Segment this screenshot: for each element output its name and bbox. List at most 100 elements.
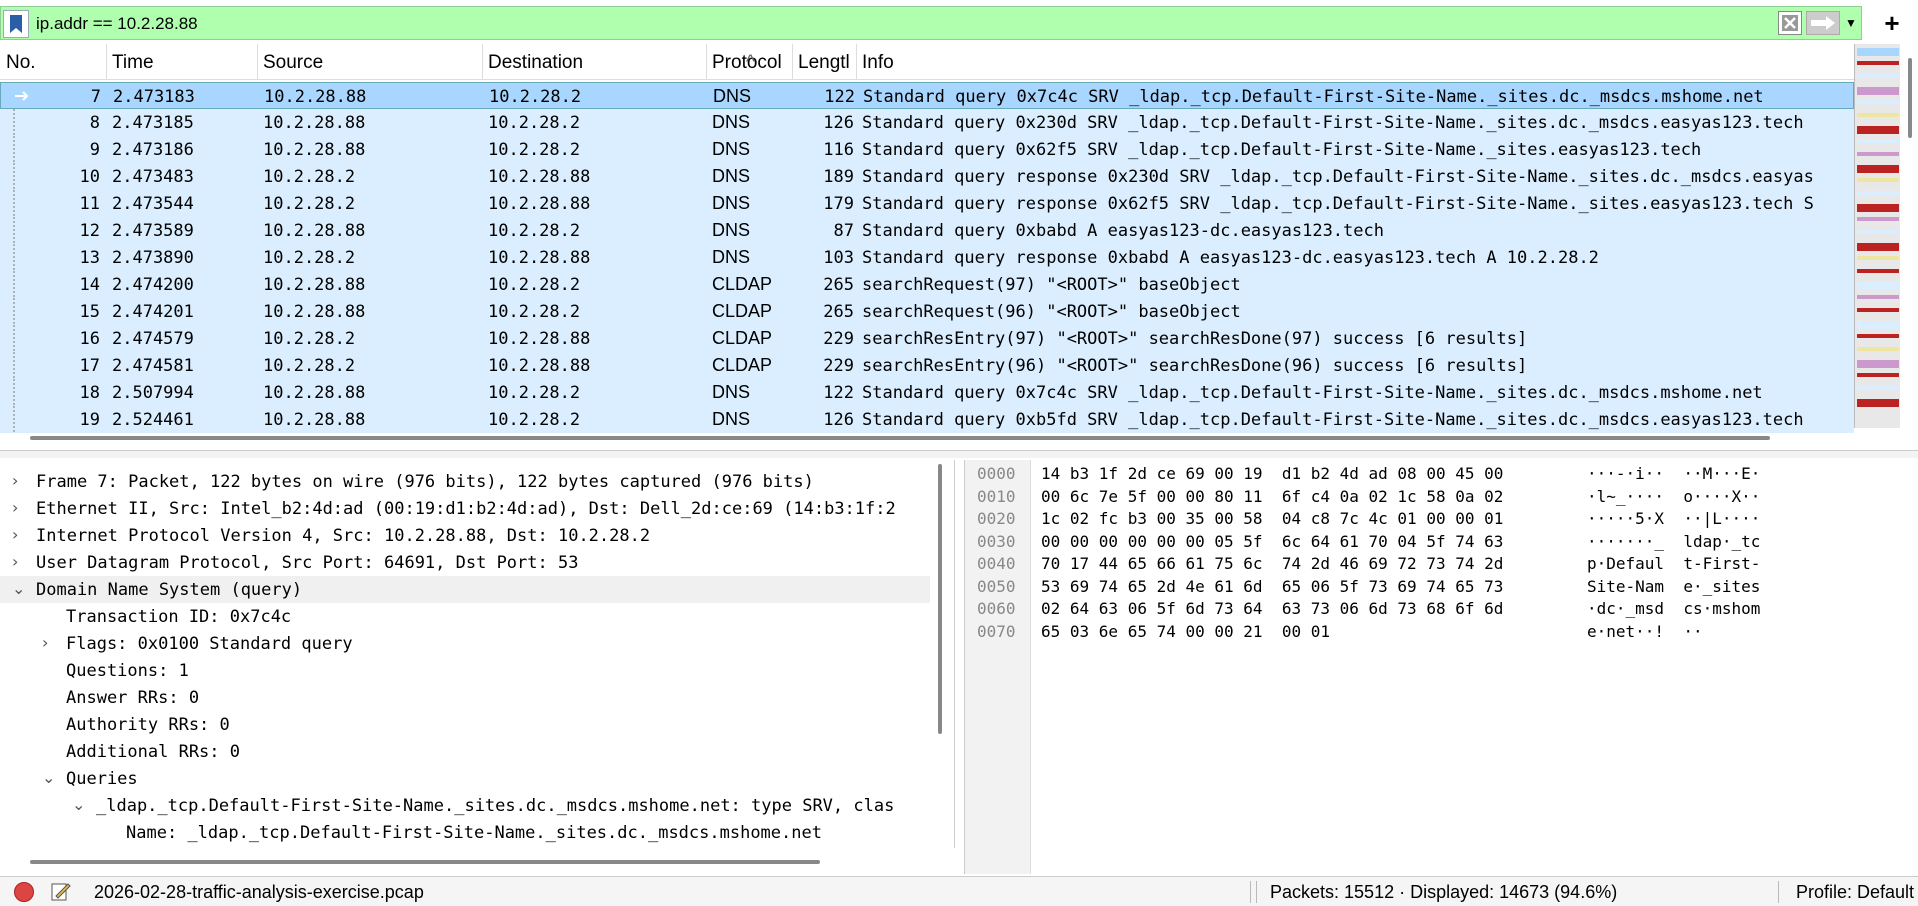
clear-icon[interactable] xyxy=(1778,11,1802,35)
packet-list: No. Time Source Destination Protocol ^ L… xyxy=(0,44,1854,433)
bytes-hex[interactable]: 14 b3 1f 2d ce 69 00 19 d1 b2 4d ad 08 0… xyxy=(1041,464,1503,483)
collapse-arrow-icon[interactable]: ⌄ xyxy=(12,579,26,598)
collapse-arrow-icon[interactable]: ⌄ xyxy=(72,795,86,814)
detail-tree-text: Questions: 1 xyxy=(66,661,189,681)
packet-row[interactable]: 11 2.473544 10.2.28.2 10.2.28.88 DNS 179 Stand… xyxy=(0,190,1854,217)
packet-cell-info: Standard query 0xbabd A easyas123-dc.eas… xyxy=(862,221,1384,241)
packet-cell-dst: 10.2.28.2 xyxy=(488,275,581,295)
detail-tree-item[interactable]: › Frame 7: Packet, 122 bytes on wire (976… xyxy=(0,468,930,495)
packet-row[interactable]: 16 2.474579 10.2.28.2 10.2.28.88 CLDAP 229 sea… xyxy=(0,325,1854,352)
bytes-ascii[interactable]: ·······_ ldap·_tc xyxy=(1587,532,1760,551)
column-header-destination[interactable]: Destination xyxy=(488,52,583,74)
packet-cell-len: 122 xyxy=(823,383,854,403)
detail-tree-item[interactable]: ⌄ Queries xyxy=(0,765,930,792)
plus-icon[interactable]: + xyxy=(1872,8,1912,38)
packet-row[interactable]: 17 2.474581 10.2.28.2 10.2.28.88 CLDAP 229 sea… xyxy=(0,352,1854,379)
detail-tree-item[interactable]: Transaction ID: 0x7c4c xyxy=(0,603,930,630)
pane-splitter[interactable] xyxy=(0,450,1918,458)
column-header-no[interactable]: No. xyxy=(6,52,36,74)
bytes-hex[interactable]: 00 00 00 00 00 00 05 5f 6c 64 61 70 04 5… xyxy=(1041,532,1503,551)
packet-row[interactable]: 9 2.473186 10.2.28.88 10.2.28.2 DNS 116 Standa… xyxy=(0,136,1854,163)
bytes-hex[interactable]: 53 69 74 65 2d 4e 61 6d 65 06 5f 73 69 7… xyxy=(1041,577,1503,596)
detail-tree-item[interactable]: ⌄ _ldap._tcp.Default-First-Site-Name._sit… xyxy=(0,792,930,819)
detail-tree-item[interactable]: Authority RRs: 0 xyxy=(0,711,930,738)
packet-cell-time: 2.474579 xyxy=(112,329,194,349)
packet-cell-proto: DNS xyxy=(712,166,751,186)
packet-bytes-pane: 0000 14 b3 1f 2d ce 69 00 19 d1 b2 4d ad … xyxy=(964,460,1918,874)
detail-tree-item[interactable]: › Flags: 0x0100 Standard query xyxy=(0,630,930,657)
packet-cell-dst: 10.2.28.2 xyxy=(488,221,581,241)
bytes-hex[interactable]: 02 64 63 06 5f 6d 73 64 63 73 06 6d 73 6… xyxy=(1041,599,1503,618)
details-hscrollbar[interactable] xyxy=(30,860,820,864)
column-header-length[interactable]: Lengtl xyxy=(798,52,850,74)
bytes-ascii[interactable]: ·dc·_msd cs·mshom xyxy=(1587,599,1760,618)
packet-row[interactable]: 15 2.474201 10.2.28.88 10.2.28.2 CLDAP 265 sea… xyxy=(0,298,1854,325)
packet-row[interactable]: 18 2.507994 10.2.28.88 10.2.28.2 DNS 122 Stand… xyxy=(0,379,1854,406)
column-header-time[interactable]: Time xyxy=(112,52,154,74)
bytes-hex[interactable]: 70 17 44 65 66 61 75 6c 74 2d 46 69 72 7… xyxy=(1041,554,1503,573)
apply-arrow-icon[interactable] xyxy=(1806,11,1840,35)
detail-tree-item[interactable]: Questions: 1 xyxy=(0,657,930,684)
expand-arrow-icon[interactable]: › xyxy=(12,552,26,571)
detail-tree-item[interactable]: Name: _ldap._tcp.Default-First-Site-Name… xyxy=(0,819,930,846)
detail-tree-item[interactable]: › User Datagram Protocol, Src Port: 64691… xyxy=(0,549,930,576)
packet-cell-len: 122 xyxy=(824,87,855,107)
packet-cell-dst: 10.2.28.88 xyxy=(488,167,591,187)
bytes-hex[interactable]: 00 6c 7e 5f 00 00 80 11 6f c4 0a 02 1c 5… xyxy=(1041,487,1503,506)
column-header-source[interactable]: Source xyxy=(263,52,323,74)
status-bar: 2026-02-28-traffic-analysis-exercise.pca… xyxy=(0,876,1918,906)
packet-row[interactable]: 7 2.473183 10.2.28.88 10.2.28.2 DNS 122 Standa… xyxy=(0,82,1854,109)
packet-row[interactable]: 19 2.524461 10.2.28.88 10.2.28.2 DNS 126 Stand… xyxy=(0,406,1854,433)
packet-cell-dst: 10.2.28.88 xyxy=(488,194,591,214)
bytes-ascii[interactable]: ···-·i·· ··M···E· xyxy=(1587,464,1760,483)
bytes-off: 0050 xyxy=(977,576,1016,596)
detail-tree-item[interactable]: Answer RRs: 0 xyxy=(0,684,930,711)
expert-info-icon[interactable] xyxy=(14,882,34,902)
packet-list-scrollbar[interactable] xyxy=(1902,44,1918,428)
packet-row[interactable]: 10 2.473483 10.2.28.2 10.2.28.88 DNS 189 Stand… xyxy=(0,163,1854,190)
detail-tree-item[interactable]: ⌄ Domain Name System (query) xyxy=(0,576,930,603)
bytes-hex[interactable]: 1c 02 fc b3 00 35 00 58 04 c8 7c 4c 01 0… xyxy=(1041,509,1503,528)
expand-arrow-icon[interactable]: › xyxy=(42,633,56,652)
detail-tree-item[interactable]: Additional RRs: 0 xyxy=(0,738,930,765)
bytes-hex[interactable]: 65 03 6e 65 74 00 00 21 00 01 xyxy=(1041,622,1330,641)
packet-cell-src: 10.2.28.2 xyxy=(263,194,356,214)
bytes-ascii[interactable]: Site-Nam e·_sites xyxy=(1587,577,1760,596)
packet-cell-no: 7 xyxy=(90,87,101,107)
detail-tree-item[interactable]: › Ethernet II, Src: Intel_b2:4d:ad (00:19… xyxy=(0,495,930,522)
packet-cell-no: 16 xyxy=(79,329,100,349)
detail-tree-item[interactable]: › Internet Protocol Version 4, Src: 10.2.… xyxy=(0,522,930,549)
expand-arrow-icon[interactable]: › xyxy=(12,525,26,544)
expand-arrow-icon[interactable]: › xyxy=(12,471,26,490)
dropdown-icon[interactable]: ▼ xyxy=(1842,11,1860,35)
packet-row[interactable]: 14 2.474200 10.2.28.88 10.2.28.2 CLDAP 265 sea… xyxy=(0,271,1854,298)
packet-row[interactable]: 8 2.473185 10.2.28.88 10.2.28.2 DNS 126 Standa… xyxy=(0,109,1854,136)
profile-label[interactable]: Profile: Default xyxy=(1796,882,1914,903)
display-filter-input[interactable]: ip.addr == 10.2.28.88 xyxy=(0,6,1862,40)
bytes-ascii[interactable]: ·····5·X ··|L···· xyxy=(1587,509,1760,528)
filter-expression[interactable]: ip.addr == 10.2.28.88 xyxy=(36,14,198,34)
bytes-ascii[interactable]: ·l~_···· o····X·· xyxy=(1587,487,1760,506)
collapse-arrow-icon[interactable]: ⌄ xyxy=(42,768,56,787)
details-scrollbar[interactable] xyxy=(938,464,942,734)
packet-cell-dst: 10.2.28.2 xyxy=(488,410,581,430)
packet-cell-len: 265 xyxy=(823,302,854,322)
detail-tree-text: Queries xyxy=(66,769,138,789)
expand-arrow-icon[interactable]: › xyxy=(12,498,26,517)
packet-count: Packets: 15512 · Displayed: 14673 (94.6%… xyxy=(1270,882,1618,902)
packet-row[interactable]: 13 2.473890 10.2.28.2 10.2.28.88 DNS 103 Stand… xyxy=(0,244,1854,271)
packet-cell-no: 17 xyxy=(79,356,100,376)
packet-cell-proto: DNS xyxy=(712,382,751,402)
bytes-ascii[interactable]: e·net··! ·· xyxy=(1587,622,1703,641)
capture-comment-icon[interactable] xyxy=(50,880,72,902)
detail-tree-text: Ethernet II, Src: Intel_b2:4d:ad (00:19:… xyxy=(36,499,896,519)
packet-row[interactable]: 12 2.473589 10.2.28.88 10.2.28.2 DNS 87 Standa… xyxy=(0,217,1854,244)
packet-cell-no: 14 xyxy=(79,275,100,295)
bookmark-icon[interactable] xyxy=(3,10,29,38)
packet-minimap[interactable] xyxy=(1854,44,1900,428)
packet-list-hscrollbar[interactable] xyxy=(30,436,1770,440)
detail-tree-text: _ldap._tcp.Default-First-Site-Name._site… xyxy=(96,796,895,816)
packet-cell-time: 2.473186 xyxy=(112,140,194,160)
column-header-info[interactable]: Info xyxy=(862,52,894,74)
bytes-ascii[interactable]: p·Defaul t-First- xyxy=(1587,554,1760,573)
